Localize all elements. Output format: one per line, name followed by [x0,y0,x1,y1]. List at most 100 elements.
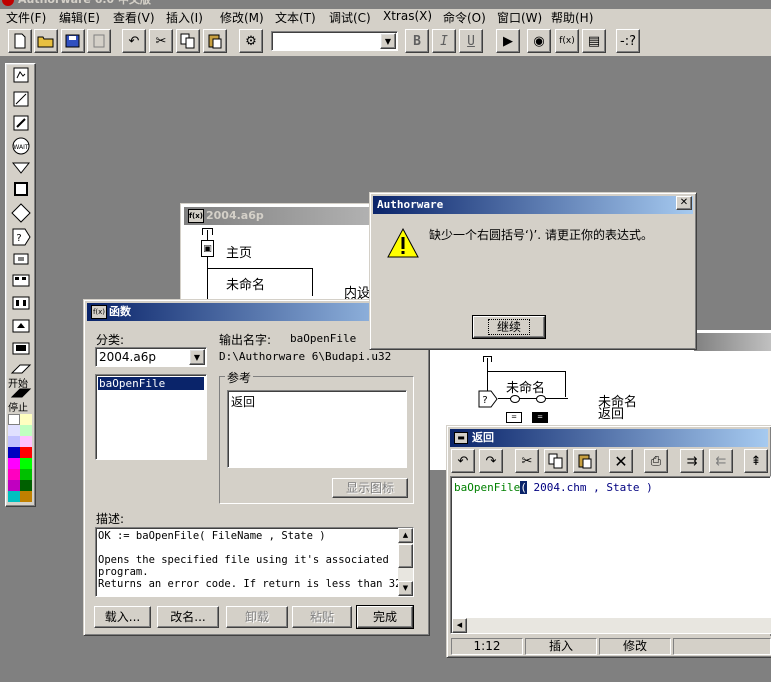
show-icon-button[interactable]: 显示图标 [332,478,408,498]
code-editor[interactable]: baOpenFile( 2004.chm , State ) [450,476,771,634]
interaction-node-icon-2[interactable]: ? [478,390,498,408]
paste-function-label: 粘贴 [309,610,334,624]
category-select-arrow[interactable]: ▼ [189,349,205,365]
map-icon[interactable] [10,270,32,290]
help-button[interactable]: -:? [616,29,640,53]
reference-list-item[interactable]: 返回 [231,393,406,410]
start-flag-icon[interactable] [10,362,32,376]
function-list-item[interactable]: baOpenFile [98,377,204,390]
copy-button[interactable] [176,29,200,53]
sound-icon[interactable] [10,316,32,336]
import-button[interactable] [87,29,111,53]
menu-modify[interactable]: 修改(M) [220,9,264,26]
desc-scroll-thumb[interactable] [398,544,413,568]
digital-movie-icon[interactable] [10,293,32,313]
reference-list[interactable]: 返回 [227,390,407,468]
navigate-icon[interactable] [10,158,32,178]
calc-print-button[interactable]: ⎙ [644,449,668,473]
stop-flag-icon[interactable] [10,386,32,400]
underline-button[interactable]: U [459,29,483,53]
icon-color-palette[interactable] [8,414,32,504]
right-label-2b: 返回 [598,407,625,422]
branch-node-2 [536,395,546,403]
unload-button[interactable]: 卸载 [226,606,288,628]
variables-button[interactable]: ▤ [582,29,606,53]
open-file-button[interactable] [34,29,58,53]
display-icon[interactable] [10,65,32,85]
calculation-icon[interactable] [10,249,32,269]
menu-view[interactable]: 查看(V) [113,9,155,26]
branch-calc-icon-1[interactable]: = [506,412,522,423]
italic-button[interactable]: I [432,29,456,53]
cut-button[interactable]: ✂ [149,29,173,53]
menu-text[interactable]: 文本(T) [275,9,316,26]
alert-close-button[interactable]: ✕ [676,196,692,210]
bold-button[interactable]: B [405,29,429,53]
calc-delete-button[interactable]: ✕ [609,449,633,473]
flowline-start-marker [202,228,213,235]
menu-insert[interactable]: 插入(I) [166,9,203,26]
calc-outdent-button[interactable]: ⇇ [709,449,733,473]
desc-scroll-up-button[interactable]: ▲ [398,528,413,543]
menu-edit[interactable]: 编辑(E) [59,9,100,26]
calc-redo-button[interactable]: ↷ [479,449,503,473]
calc-indent-button[interactable]: ⇉ [680,449,704,473]
calculation-title-bar: ▬ 返回 [450,429,768,447]
find-button[interactable]: ⚙ [239,29,263,53]
description-text[interactable]: OK := baOpenFile( FileName , State ) Ope… [95,527,414,597]
code-scroll-left-button[interactable]: ◀ [452,618,467,633]
flowline-window-2-title [694,333,771,351]
functions-window-icon: f(x) [91,305,107,319]
find-icon: ⚙ [245,33,257,49]
wait-icon[interactable]: WAIT [10,136,32,156]
arrow-up-icon: ▲ [402,531,409,539]
category-select[interactable]: 2004.a6p ▼ [95,347,207,367]
menu-debug[interactable]: 调试(C) [329,9,371,26]
new-file-button[interactable] [8,29,32,53]
decision-icon[interactable] [10,203,32,223]
printer-icon: ⎙ [650,453,662,469]
done-button[interactable]: 完成 [356,605,414,629]
code-hscrollbar[interactable] [452,618,771,633]
erase-icon[interactable] [10,113,32,133]
close-icon: ✕ [679,197,689,208]
menu-file[interactable]: 文件(F) [6,9,46,26]
svg-text:WAIT: WAIT [13,144,28,151]
rename-button[interactable]: 改名... [157,606,219,628]
status-position-text: 1:12 [473,639,501,653]
menu-window[interactable]: 窗口(W) [497,9,542,26]
font-select-arrow[interactable]: ▼ [380,33,396,49]
calc-copy-button[interactable] [544,449,568,473]
calc-cut-button[interactable]: ✂ [515,449,539,473]
home-map-icon[interactable]: ▣ [201,240,214,257]
help-icon: -: [620,33,630,49]
scissors-icon: ✂ [521,453,533,469]
font-select[interactable]: ▼ [271,31,398,51]
calc-undo-button[interactable]: ↶ [451,449,475,473]
function-path: D:\Authorware 6\Budapi.u32 [219,350,392,363]
interaction-icon[interactable]: ? [10,227,32,247]
continue-button[interactable]: 继续 [472,315,546,339]
save-all-button[interactable] [61,29,85,53]
bold-label: B [413,33,421,49]
paste-function-button[interactable]: 粘贴 [292,606,352,628]
run-button[interactable]: ▶ [496,29,520,53]
undo-button[interactable]: ↶ [122,29,146,53]
motion-icon[interactable] [10,89,32,109]
branch-calc-icon-2[interactable]: = [532,412,548,423]
calc-paste-button[interactable] [573,449,597,473]
function-list[interactable]: baOpenFile [95,374,207,460]
calc-comment-button[interactable]: ⇞ [744,449,768,473]
framework-icon[interactable] [10,179,32,199]
load-button[interactable]: 载入... [94,606,151,628]
code-cursor-paren: ( [520,481,527,494]
desc-scroll-down-button[interactable]: ▼ [398,581,413,596]
undo-icon: ↶ [128,33,140,49]
menu-xtras[interactable]: Xtras(X) [383,9,432,23]
menu-help[interactable]: 帮助(H) [551,9,593,26]
functions-button[interactable]: f(x) [555,29,579,53]
video-icon[interactable] [10,339,32,359]
control-panel-button[interactable]: ◉ [527,29,551,53]
menu-commands[interactable]: 命令(O) [443,9,486,26]
paste-button[interactable] [203,29,227,53]
